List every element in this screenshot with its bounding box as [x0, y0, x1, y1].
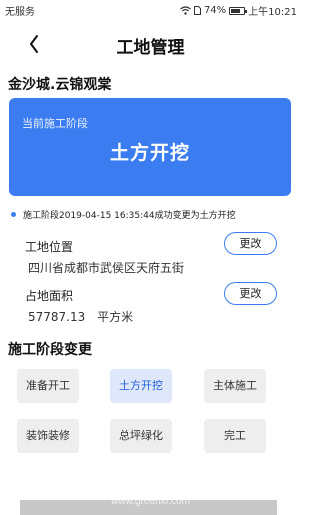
status-indicators: 74% 上午10:21 — [180, 3, 297, 18]
stage-option-prepare[interactable]: 准备开工 — [17, 369, 79, 403]
wifi-icon — [180, 6, 191, 15]
current-stage-label: 当前施工阶段 — [22, 117, 88, 130]
battery-percent: 74% — [203, 5, 227, 16]
change-location-button[interactable]: 更改 — [224, 232, 277, 255]
area-value: 57787.13 — [28, 310, 86, 324]
change-area-button[interactable]: 更改 — [224, 282, 277, 305]
stage-change-title: 施工阶段变更 — [8, 342, 92, 358]
bullet-dot-icon — [11, 212, 16, 217]
status-bar: 无服务 74% 上午10:21 — [0, 0, 301, 18]
sim-icon — [193, 6, 201, 15]
stage-option-main-construction[interactable]: 主体施工 — [204, 369, 266, 403]
log-text: 施工阶段2019-04-15 16:35:44成功变更为土方开挖 — [23, 211, 236, 221]
stage-option-landscaping[interactable]: 总坪绿化 — [110, 419, 172, 453]
battery-fill — [231, 8, 241, 13]
watermark: www.greenxf.com — [111, 496, 190, 507]
carrier-label: 无服务 — [5, 7, 35, 18]
page-title: 工地管理 — [116, 38, 185, 58]
location-label: 工地位置 — [25, 240, 74, 254]
current-stage-value: 土方开挖 — [109, 142, 190, 164]
battery-icon — [229, 6, 248, 15]
area-unit: 平方米 — [97, 310, 134, 324]
app-screen: 无服务 74% 上午10:21 工地管理 金沙城.云锦观棠 当前施工阶段 土方开… — [0, 0, 301, 515]
site-name: 金沙城.云锦观棠 — [8, 77, 112, 93]
area-value-row: 57787.13 平方米 — [28, 308, 133, 325]
current-stage-card: 当前施工阶段 土方开挖 — [9, 98, 291, 196]
nav-header: 工地管理 — [0, 26, 301, 62]
location-value: 四川省成都市武侯区天府五街 — [28, 261, 185, 275]
stage-change-log: 施工阶段2019-04-15 16:35:44成功变更为土方开挖 — [11, 208, 236, 221]
stage-option-completed[interactable]: 完工 — [204, 419, 266, 453]
stage-option-decoration[interactable]: 装饰装修 — [17, 419, 79, 453]
clock: 上午10:21 — [248, 7, 297, 18]
stage-option-excavation[interactable]: 土方开挖 — [110, 369, 172, 403]
area-label: 占地面积 — [25, 289, 74, 303]
